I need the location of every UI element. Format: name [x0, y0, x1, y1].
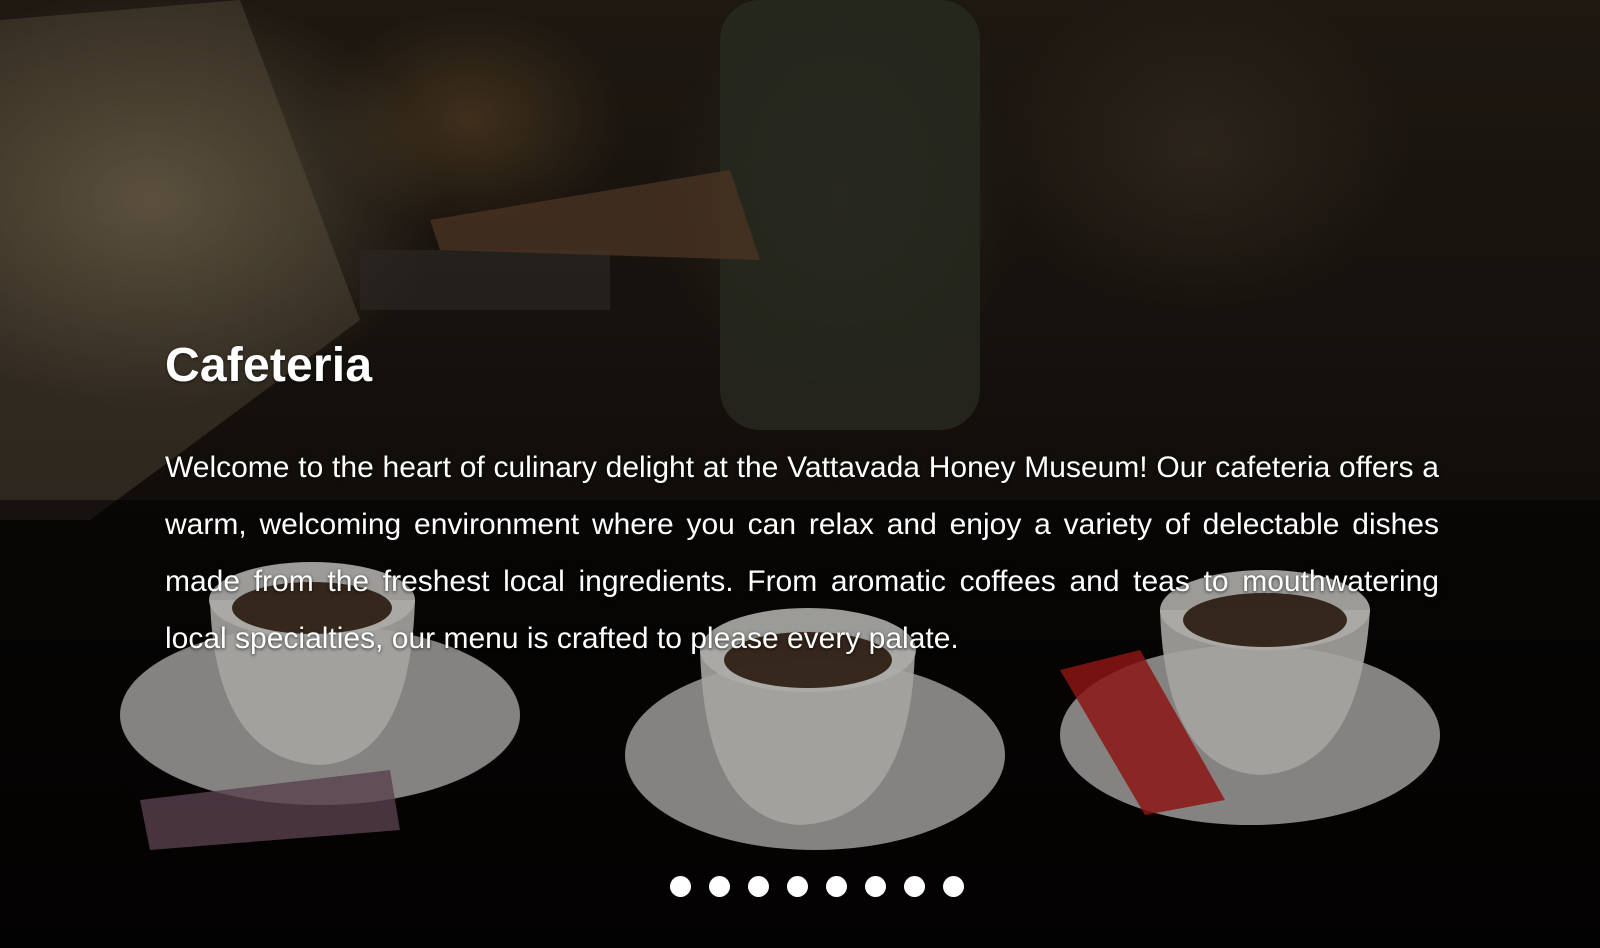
slide-title: Cafeteria	[165, 339, 373, 392]
slide-description: Welcome to the heart of culinary delight…	[165, 451, 1439, 655]
slider-pagination	[0, 876, 1600, 897]
image-slider[interactable]: Cafeteria Welcome to the heart of culina…	[0, 0, 1600, 948]
pagination-dot-2[interactable]	[709, 876, 730, 897]
slide-caption: Cafeteria Welcome to the heart of culina…	[165, 335, 1439, 667]
pagination-dot-6[interactable]	[865, 876, 886, 897]
pagination-dot-7[interactable]	[904, 876, 925, 897]
pagination-dot-1[interactable]	[670, 876, 691, 897]
pagination-dot-5[interactable]	[826, 876, 847, 897]
pagination-dot-3[interactable]	[748, 876, 769, 897]
pagination-dot-8[interactable]	[943, 876, 964, 897]
pagination-dot-4[interactable]	[787, 876, 808, 897]
